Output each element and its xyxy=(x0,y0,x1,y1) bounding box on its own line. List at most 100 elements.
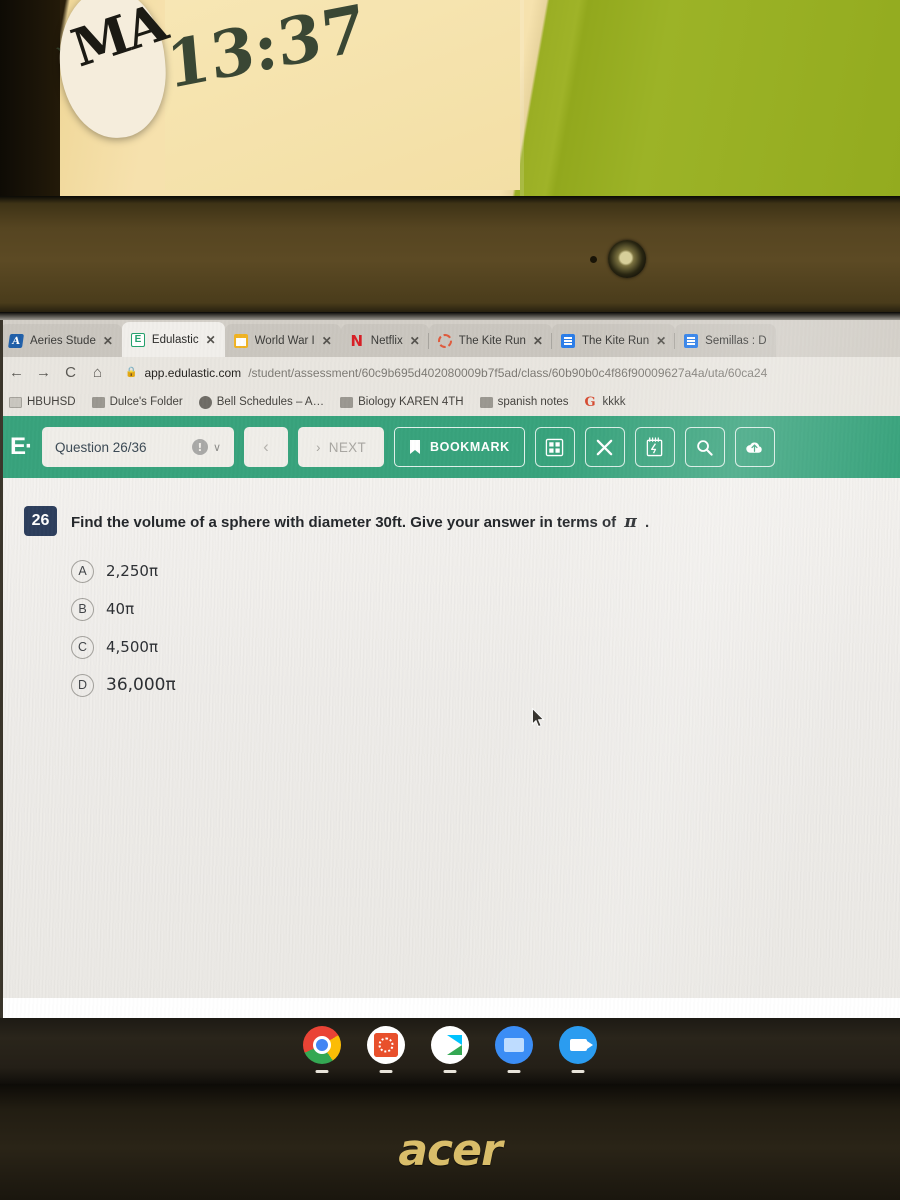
bookmark-label: Bell Schedules – A… xyxy=(216,396,325,408)
folder-icon xyxy=(340,396,354,408)
question-counter-label: Question 26/36 xyxy=(55,439,147,455)
play-triangle xyxy=(446,1035,462,1055)
next-question-button[interactable]: › NEXT xyxy=(298,427,385,467)
google-docs-icon xyxy=(684,333,699,348)
close-icon[interactable]: ✕ xyxy=(103,334,113,348)
screen-left-edge xyxy=(0,320,3,1018)
play-store-icon[interactable] xyxy=(431,1026,469,1073)
address-bar[interactable]: 🔒 app.edulastic.com/student/assessment/6… xyxy=(117,362,891,384)
google-icon: G xyxy=(584,394,596,410)
question-prompt-text: Find the volume of a sphere with diamete… xyxy=(71,514,617,531)
browser-tab-edulastic[interactable]: E Edulastic ✕ xyxy=(121,322,225,357)
edulastic-icon: E xyxy=(130,332,145,347)
close-icon[interactable]: ✕ xyxy=(656,334,666,348)
red-app-icon[interactable] xyxy=(367,1026,405,1073)
laptop-top-bezel xyxy=(0,196,900,320)
scratchpad-icon xyxy=(647,437,663,457)
choice-text: 2,250π xyxy=(106,562,158,580)
choice-letter[interactable]: A xyxy=(71,559,94,583)
aeries-icon: A xyxy=(8,333,24,348)
info-icon[interactable]: ! xyxy=(191,439,208,455)
folder-icon xyxy=(91,396,105,408)
poster-letters: MA xyxy=(64,0,173,80)
browser-tab-kite-runner-loading[interactable]: The Kite Run ✕ xyxy=(428,324,552,357)
choice-text: 4,500π xyxy=(106,638,158,656)
browser-tab-world-war[interactable]: World War I ✕ xyxy=(224,324,341,357)
loading-spinner-icon xyxy=(437,333,452,348)
files-icon[interactable] xyxy=(495,1026,533,1073)
pi-symbol: π xyxy=(624,512,637,532)
question-counter-dropdown[interactable]: Question 26/36 ! ∨ xyxy=(42,427,234,467)
bookmark-flag-icon xyxy=(410,439,421,454)
scratchpad-button[interactable] xyxy=(634,427,675,467)
answer-choices: A 2,250π B 40π C 4,500π D 36,000π xyxy=(24,552,876,704)
tab-title: The Kite Run xyxy=(458,334,526,347)
laptop-photo: 13:37 ~ MA A Aeries Stude ✕ E Edulastic … xyxy=(0,0,900,1200)
tab-title: Aeries Stude xyxy=(30,334,96,347)
close-icon[interactable]: ✕ xyxy=(322,334,332,348)
shelf-app-list xyxy=(0,1018,900,1073)
question-prompt-end: . xyxy=(644,514,650,531)
choice-text: 36,000π xyxy=(106,675,176,695)
choice-letter[interactable]: C xyxy=(71,635,94,659)
calculator-icon xyxy=(546,438,564,456)
question-row: 26 Find the volume of a sphere with diam… xyxy=(24,506,876,536)
app-active-indicator xyxy=(507,1070,521,1073)
chevron-down-icon[interactable]: ∨ xyxy=(213,441,221,454)
choice-letter[interactable]: D xyxy=(71,673,94,697)
netflix-icon xyxy=(350,334,364,348)
bookmark-label: Biology KAREN 4TH xyxy=(358,396,464,408)
cloud-upload-button[interactable] xyxy=(734,427,775,467)
forward-icon[interactable]: → xyxy=(36,364,51,381)
bookmark-bell-schedules[interactable]: Bell Schedules – A… xyxy=(198,395,325,409)
webcam-icon xyxy=(608,240,646,278)
edulastic-logo[interactable]: E· xyxy=(8,433,33,461)
magnifier-button[interactable] xyxy=(684,427,725,467)
close-icon[interactable]: ✕ xyxy=(533,334,543,348)
bookmark-spanish-notes[interactable]: spanish notes xyxy=(479,396,569,408)
close-icon[interactable]: ✕ xyxy=(410,334,420,348)
browser-tab-netflix[interactable]: Netflix ✕ xyxy=(340,324,429,357)
tab-title: Netflix xyxy=(370,334,403,347)
browser-toolbar: ← → C ⌂ 🔒 app.edulastic.com/student/asse… xyxy=(0,357,900,388)
folder-shape xyxy=(504,1038,524,1052)
previous-question-button[interactable]: ‹ xyxy=(244,427,288,467)
bookmark-hbuhsd[interactable]: HBUHSD xyxy=(9,396,76,408)
bookmark-biology[interactable]: Biology KAREN 4TH xyxy=(340,396,464,408)
answer-choice-b[interactable]: B 40π xyxy=(71,590,876,628)
mouse-cursor-icon xyxy=(532,708,545,728)
calculator-button[interactable] xyxy=(534,427,575,467)
url-path: /student/assessment/60c9b695d402080009b7… xyxy=(248,365,768,380)
bookmark-dulces-folder[interactable]: Dulce's Folder xyxy=(91,396,183,408)
chevron-left-icon: ‹ xyxy=(263,437,269,456)
close-tool-button[interactable] xyxy=(584,427,625,467)
choice-letter[interactable]: B xyxy=(71,597,94,621)
back-icon[interactable]: ← xyxy=(9,364,24,381)
tab-title: World War I xyxy=(254,334,315,347)
chrome-icon[interactable] xyxy=(303,1026,341,1073)
browser-tab-aeries[interactable]: A Aeries Stude ✕ xyxy=(0,324,122,357)
app-active-indicator xyxy=(571,1070,585,1073)
tab-title: Semillas : D xyxy=(705,334,767,347)
browser-tab-kite-runner-docs[interactable]: The Kite Run ✕ xyxy=(551,324,676,357)
wall-shadow xyxy=(0,0,60,196)
reload-icon[interactable]: C xyxy=(63,364,78,381)
answer-choice-c[interactable]: C 4,500π xyxy=(71,628,876,666)
camera-icon[interactable] xyxy=(559,1026,597,1073)
globe-icon xyxy=(198,395,212,409)
folder-icon xyxy=(233,333,248,348)
app-active-indicator xyxy=(379,1070,393,1073)
bookmark-kkkk[interactable]: G kkkk xyxy=(584,394,626,410)
browser-tab-semillas[interactable]: Semillas : D xyxy=(675,324,776,357)
answer-choice-d[interactable]: D 36,000π xyxy=(71,666,876,704)
bookmark-label: Dulce's Folder xyxy=(109,396,183,408)
choice-text: 40π xyxy=(106,600,135,618)
bookmark-button[interactable]: BOOKMARK xyxy=(394,427,525,467)
folder-icon xyxy=(479,396,493,408)
webcam-led-icon xyxy=(590,256,597,263)
app-active-indicator xyxy=(443,1070,457,1073)
close-icon[interactable]: ✕ xyxy=(206,333,216,347)
home-icon[interactable]: ⌂ xyxy=(90,364,105,381)
tab-title: Edulastic xyxy=(151,333,199,346)
answer-choice-a[interactable]: A 2,250π xyxy=(71,552,876,590)
